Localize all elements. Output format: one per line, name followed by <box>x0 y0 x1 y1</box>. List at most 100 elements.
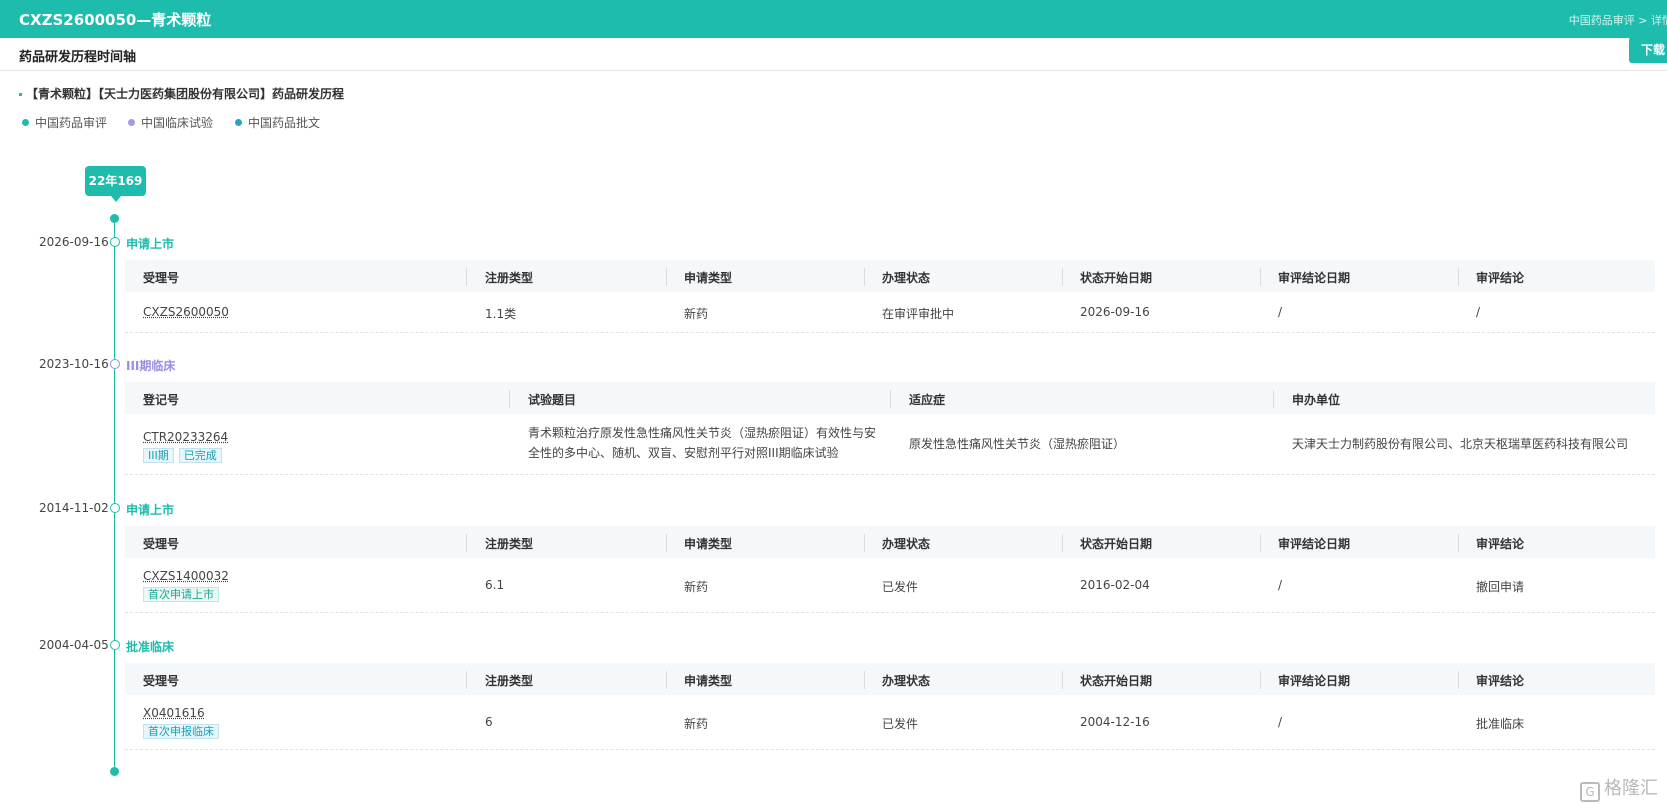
col-divider <box>890 390 891 408</box>
col-header: 办理状态 <box>882 271 931 285</box>
col-divider <box>1458 534 1459 552</box>
download-button[interactable]: 下载 <box>1629 37 1667 63</box>
status-cell: 已发件 <box>882 717 919 731</box>
col-header: 状态开始日期 <box>1080 537 1153 551</box>
col-divider <box>1458 671 1459 689</box>
acceptance-number-link[interactable]: CXZS1400032 <box>143 569 229 583</box>
legend-item-approval[interactable]: 中国药品批文 <box>235 114 320 131</box>
col-header: 试验题目 <box>528 393 577 407</box>
conclusion-cell: / <box>1476 305 1481 319</box>
col-divider <box>1273 390 1274 408</box>
section-title-text: 【青术颗粒】【天士力医药集团股份有限公司】药品研发历程 <box>26 87 345 101</box>
legend-item-review[interactable]: 中国药品审评 <box>22 114 107 131</box>
timeline-end-dot <box>110 767 119 776</box>
indication-cell: 原发性急性痛风性关节炎（湿热瘀阻证） <box>909 437 1126 451</box>
conclusion-date-cell: / <box>1278 578 1283 592</box>
application-tag: 首次申请上市 <box>143 587 219 602</box>
col-divider <box>1260 671 1261 689</box>
conclusion-date-cell: / <box>1278 305 1283 319</box>
col-divider <box>466 268 467 286</box>
table-header: 受理号 注册类型 申请类型 办理状态 状态开始日期 审评结论日期 审评结论 <box>125 260 1655 292</box>
event-date: 2004-04-05 <box>39 638 109 652</box>
duration-badge: 22年169天 <box>85 166 146 218</box>
phase-tag: III期 <box>143 448 174 463</box>
col-header: 受理号 <box>143 537 180 551</box>
col-divider <box>864 268 865 286</box>
sub-header: 药品研发历程时间轴 <box>0 38 1667 71</box>
col-header: 审评结论日期 <box>1278 674 1351 688</box>
review-table: 受理号 注册类型 申请类型 办理状态 状态开始日期 审评结论日期 审评结论 X0… <box>125 663 1655 750</box>
col-divider <box>864 534 865 552</box>
app-type-cell: 新药 <box>684 580 709 594</box>
col-divider <box>864 671 865 689</box>
table-row: CXZS1400032 首次申请上市 6.1 新药 已发件 2016-02-04… <box>125 558 1655 613</box>
col-divider <box>1062 671 1063 689</box>
watermark-logo-icon: G <box>1580 782 1600 802</box>
col-divider <box>1458 268 1459 286</box>
event-stage: 申请上市 <box>126 237 175 251</box>
reg-type-cell: 1.1类 <box>485 307 517 321</box>
event-stage: 申请上市 <box>126 503 175 517</box>
col-header: 申办单位 <box>1292 393 1341 407</box>
table-row: CXZS2600050 1.1类 新药 在审评审批中 2026-09-16 / … <box>125 292 1655 333</box>
tag-group: 首次申报临床 <box>143 724 224 739</box>
col-header: 状态开始日期 <box>1080 674 1153 688</box>
watermark: G 格隆汇 <box>1580 774 1658 802</box>
col-divider <box>1260 534 1261 552</box>
trial-title-cell: 青术颗粒治疗原发性急性痛风性关节炎（湿热瘀阻证）有效性与安全性的多中心、随机、双… <box>528 426 877 460</box>
event-node <box>110 359 120 369</box>
page-title: CXZS2600050—青术颗粒 <box>19 11 212 29</box>
event-node <box>110 503 120 513</box>
reg-type-cell: 6.1 <box>485 578 505 592</box>
legend-label: 中国临床试验 <box>141 116 214 130</box>
col-divider <box>466 534 467 552</box>
col-header: 适应症 <box>909 393 946 407</box>
col-divider <box>1260 268 1261 286</box>
col-divider <box>1062 268 1063 286</box>
tag-group: III期 已完成 <box>143 448 227 463</box>
timeline-line <box>114 215 115 770</box>
col-header: 审评结论 <box>1476 674 1525 688</box>
col-header: 注册类型 <box>485 537 534 551</box>
status-date-cell: 2004-12-16 <box>1080 715 1150 729</box>
col-header: 申请类型 <box>684 674 733 688</box>
col-header: 注册类型 <box>485 271 534 285</box>
col-header: 注册类型 <box>485 674 534 688</box>
col-header: 审评结论 <box>1476 271 1525 285</box>
tag-group: 首次申请上市 <box>143 587 224 602</box>
table-row: CTR20233264 III期 已完成 青术颗粒治疗原发性急性痛风性关节炎（湿热… <box>125 414 1655 475</box>
breadcrumb[interactable]: 中国药品审评 > 详情 <box>1569 12 1667 28</box>
legend-dot-clinical <box>128 119 135 126</box>
clinical-table: 登记号 试验题目 适应症 申办单位 CTR20233264 III期 已完成 青术… <box>125 382 1655 475</box>
legend-label: 中国药品批文 <box>248 116 321 130</box>
review-table: 受理号 注册类型 申请类型 办理状态 状态开始日期 审评结论日期 审评结论 CX… <box>125 260 1655 333</box>
col-divider <box>1062 534 1063 552</box>
event-date: 2014-11-02 <box>39 501 109 515</box>
conclusion-cell: 批准临床 <box>1476 717 1525 731</box>
registration-number-link[interactable]: CTR20233264 <box>143 430 228 444</box>
col-header: 状态开始日期 <box>1080 271 1153 285</box>
status-cell: 在审评审批中 <box>882 307 955 321</box>
table-row: X0401616 首次申报临床 6 新药 已发件 2004-12-16 / 批准… <box>125 695 1655 750</box>
top-bar: CXZS2600050—青术颗粒 中国药品审评 > 详情 <box>0 0 1667 38</box>
section-bar <box>19 93 22 96</box>
conclusion-cell: 撤回申请 <box>1476 580 1525 594</box>
col-divider <box>666 671 667 689</box>
timeline-title: 药品研发历程时间轴 <box>19 50 137 65</box>
col-header: 办理状态 <box>882 537 931 551</box>
col-header: 审评结论日期 <box>1278 271 1351 285</box>
col-divider <box>666 534 667 552</box>
acceptance-number-link[interactable]: X0401616 <box>143 706 205 720</box>
table-header: 受理号 注册类型 申请类型 办理状态 状态开始日期 审评结论日期 审评结论 <box>125 663 1655 695</box>
legend-label: 中国药品审评 <box>35 116 108 130</box>
app-type-cell: 新药 <box>684 717 709 731</box>
legend-item-clinical[interactable]: 中国临床试验 <box>128 114 213 131</box>
col-divider <box>466 671 467 689</box>
acceptance-number-link[interactable]: CXZS2600050 <box>143 305 229 319</box>
col-header: 申请类型 <box>684 537 733 551</box>
event-date: 2023-10-16 <box>39 357 109 371</box>
legend-dot-approval <box>235 119 242 126</box>
section-title: 【青术颗粒】【天士力医药集团股份有限公司】药品研发历程 <box>19 85 344 102</box>
legend-dot-review <box>22 119 29 126</box>
col-header: 受理号 <box>143 674 180 688</box>
